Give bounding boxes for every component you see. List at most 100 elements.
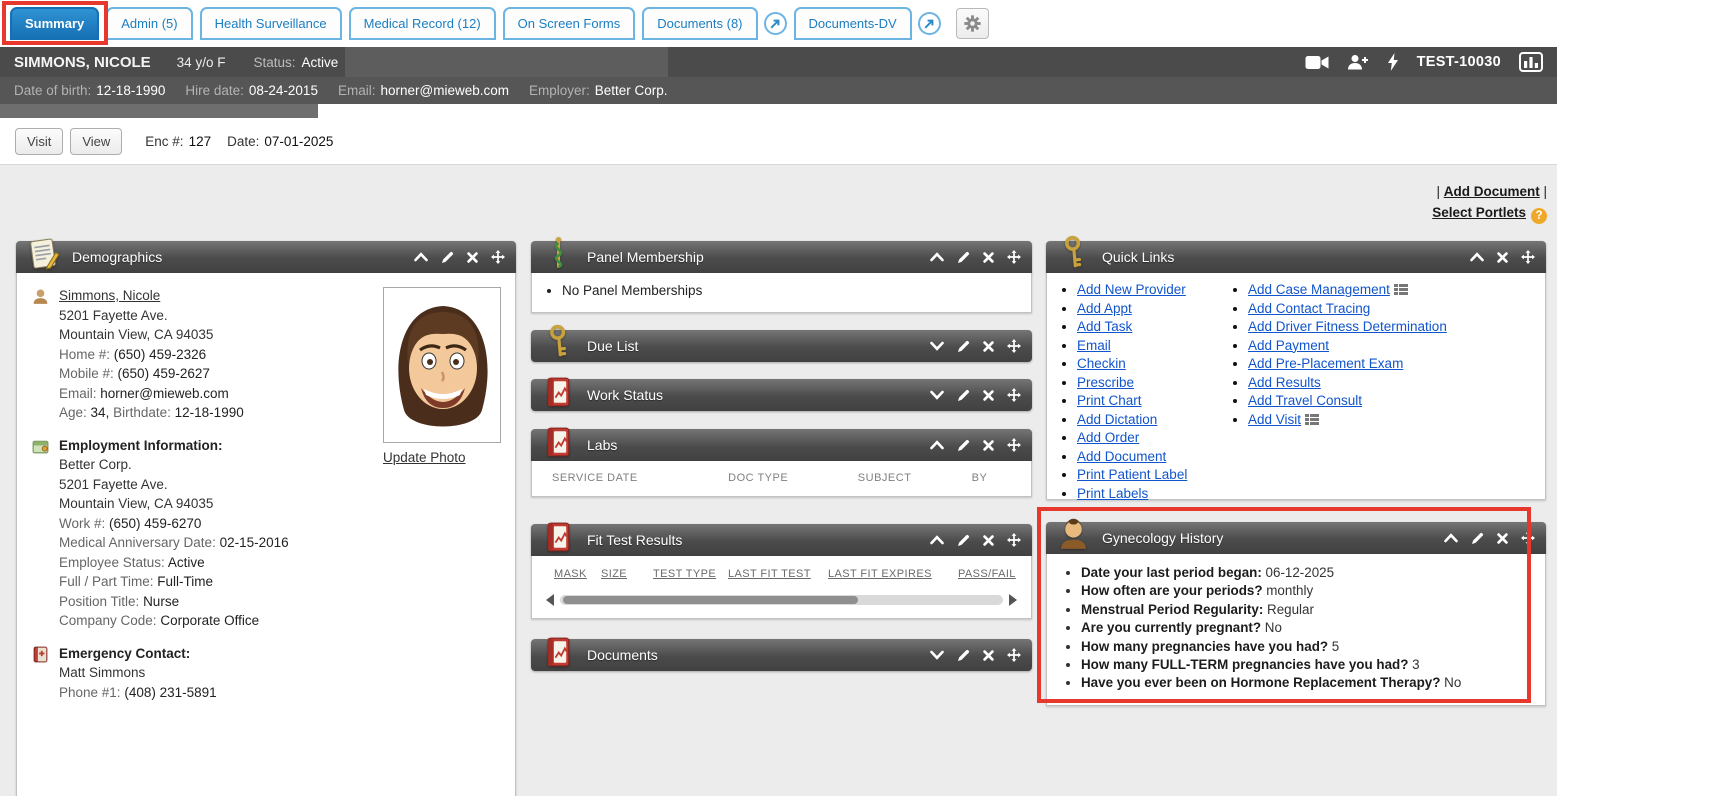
move-icon[interactable] — [1007, 533, 1021, 547]
quick-link[interactable]: Add Payment — [1248, 338, 1329, 353]
expand-icon[interactable] — [930, 390, 944, 400]
edit-pencil-icon[interactable] — [957, 340, 970, 353]
quick-link[interactable]: Add Pre-Placement Exam — [1248, 356, 1403, 371]
quick-link[interactable]: Add Order — [1077, 430, 1139, 445]
patient-name-link[interactable]: Simmons, Nicole — [59, 288, 160, 303]
quick-link[interactable]: Add Driver Fitness Determination — [1248, 319, 1447, 334]
quick-link[interactable]: Add Contact Tracing — [1248, 301, 1370, 316]
move-icon[interactable] — [1007, 648, 1021, 662]
close-x-icon[interactable] — [467, 252, 478, 263]
sort-column-link[interactable]: PASS/FAIL — [958, 568, 1016, 580]
lightning-bolt-icon[interactable] — [1387, 53, 1399, 71]
quick-link[interactable]: Add Document — [1077, 449, 1166, 464]
tab-documents[interactable]: Documents (8) — [642, 7, 757, 40]
collapse-icon[interactable] — [414, 252, 428, 262]
documents-dv-popout-button[interactable] — [918, 12, 941, 35]
sort-column-link[interactable]: TEST TYPE — [653, 568, 716, 580]
scrollbar-thumb[interactable] — [563, 596, 858, 604]
edit-pencil-icon[interactable] — [441, 251, 454, 264]
quick-link[interactable]: Add Visit — [1248, 412, 1301, 427]
add-person-icon[interactable] — [1347, 54, 1369, 70]
edit-pencil-icon[interactable] — [957, 389, 970, 402]
move-icon[interactable] — [1007, 339, 1021, 353]
portlet-header[interactable]: Due List — [531, 330, 1032, 362]
tab-documents-dv[interactable]: Documents-DV — [794, 7, 912, 40]
sort-column-link[interactable]: MASK — [554, 568, 587, 580]
close-x-icon[interactable] — [983, 390, 994, 401]
edit-pencil-icon[interactable] — [957, 439, 970, 452]
help-icon[interactable] — [1531, 208, 1547, 224]
sort-column-link[interactable]: LAST FIT TEST — [728, 568, 811, 580]
portlet-header[interactable]: Quick Links — [1046, 241, 1546, 273]
close-x-icon[interactable] — [983, 650, 994, 661]
column-header[interactable]: DOC TYPE — [728, 472, 858, 484]
move-icon[interactable] — [1007, 438, 1021, 452]
column-header[interactable]: BY — [972, 472, 1031, 484]
select-portlets-link[interactable]: Select Portlets — [1432, 205, 1526, 220]
quick-link[interactable]: Add Task — [1077, 319, 1132, 334]
expand-icon[interactable] — [930, 341, 944, 351]
column-header[interactable]: SUBJECT — [858, 472, 972, 484]
settings-gear-button[interactable] — [956, 8, 989, 39]
documents-popout-button[interactable] — [764, 12, 787, 35]
sort-column-link[interactable]: SIZE — [601, 568, 627, 580]
view-button[interactable]: View — [70, 128, 122, 155]
move-icon[interactable] — [1007, 250, 1021, 264]
add-document-link[interactable]: Add Document — [1444, 184, 1540, 199]
flowsheet-chart-button[interactable] — [1519, 52, 1543, 72]
close-x-icon[interactable] — [983, 535, 994, 546]
horizontal-scrollbar[interactable] — [560, 595, 1003, 605]
quick-link[interactable]: Prescribe — [1077, 375, 1134, 390]
quick-link[interactable]: Email — [1077, 338, 1111, 353]
close-x-icon[interactable] — [983, 341, 994, 352]
update-photo-link[interactable]: Update Photo — [383, 450, 466, 465]
portlet-header[interactable]: Fit Test Results — [531, 524, 1032, 556]
quick-link[interactable]: Add Results — [1248, 375, 1321, 390]
tab-summary[interactable]: Summary — [10, 7, 99, 40]
portlet-header[interactable]: Labs — [531, 429, 1032, 461]
move-icon[interactable] — [1521, 250, 1535, 264]
move-icon[interactable] — [1007, 388, 1021, 402]
quick-link[interactable]: Add Appt — [1077, 301, 1132, 316]
collapse-icon[interactable] — [1470, 252, 1484, 262]
collapse-icon[interactable] — [930, 535, 944, 545]
close-x-icon[interactable] — [983, 252, 994, 263]
tab-admin[interactable]: Admin (5) — [106, 7, 192, 40]
divider: | — [1543, 184, 1547, 199]
portlet-header[interactable]: Demographics — [16, 241, 516, 273]
quick-link[interactable]: Add New Provider — [1077, 282, 1186, 297]
edit-pencil-icon[interactable] — [1471, 532, 1484, 545]
tab-on-screen-forms[interactable]: On Screen Forms — [503, 7, 636, 40]
close-x-icon[interactable] — [983, 440, 994, 451]
quick-link[interactable]: Print Labels — [1077, 486, 1148, 501]
collapse-icon[interactable] — [1444, 533, 1458, 543]
sort-column-link[interactable]: LAST FIT EXPIRES — [828, 568, 932, 580]
quick-link[interactable]: Add Travel Consult — [1248, 393, 1362, 408]
quick-link[interactable]: Add Dictation — [1077, 412, 1157, 427]
edit-pencil-icon[interactable] — [957, 649, 970, 662]
close-x-icon[interactable] — [1497, 533, 1508, 544]
tab-health-surveillance[interactable]: Health Surveillance — [200, 7, 342, 40]
visit-button[interactable]: Visit — [15, 128, 63, 155]
portlet-header[interactable]: Gynecology History — [1046, 522, 1546, 554]
collapse-icon[interactable] — [930, 440, 944, 450]
quick-link[interactable]: Print Patient Label — [1077, 467, 1187, 482]
portlet-header[interactable]: Work Status — [531, 379, 1032, 411]
tab-medical-record[interactable]: Medical Record (12) — [349, 7, 496, 40]
close-x-icon[interactable] — [1497, 252, 1508, 263]
portlet-header[interactable]: Documents — [531, 639, 1032, 671]
scroll-left-icon[interactable] — [546, 594, 554, 606]
move-icon[interactable] — [491, 250, 505, 264]
scroll-right-icon[interactable] — [1009, 594, 1017, 606]
expand-icon[interactable] — [930, 650, 944, 660]
video-camera-icon[interactable] — [1305, 55, 1329, 70]
edit-pencil-icon[interactable] — [957, 534, 970, 547]
move-icon[interactable] — [1521, 531, 1535, 545]
edit-pencil-icon[interactable] — [957, 251, 970, 264]
column-header[interactable]: SERVICE DATE — [552, 472, 728, 484]
quick-link[interactable]: Add Case Management — [1248, 282, 1390, 297]
collapse-icon[interactable] — [930, 252, 944, 262]
quick-link[interactable]: Print Chart — [1077, 393, 1142, 408]
portlet-header[interactable]: Panel Membership — [531, 241, 1032, 273]
quick-link[interactable]: Checkin — [1077, 356, 1126, 371]
